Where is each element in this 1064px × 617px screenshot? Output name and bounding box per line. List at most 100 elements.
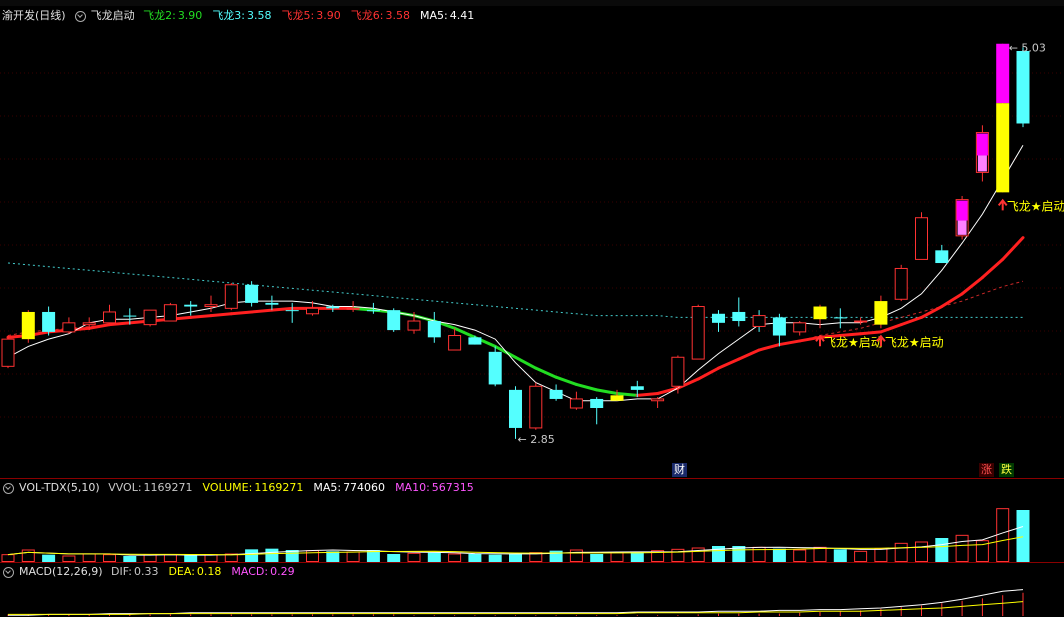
candle	[752, 310, 766, 332]
feilong-line-segment	[940, 292, 964, 309]
candle-body	[569, 398, 583, 409]
candle	[488, 346, 502, 387]
candle-body	[874, 301, 888, 325]
candle-body	[1016, 50, 1030, 124]
param-0: VVOL: 1169271	[108, 481, 197, 494]
feilong-line-segment	[899, 315, 923, 327]
volume-chart[interactable]	[0, 496, 1064, 562]
candle-body	[387, 310, 401, 331]
volume-bar	[935, 538, 949, 562]
volume-bar	[42, 554, 56, 562]
signal-arrow-icon	[997, 198, 1008, 211]
candle	[975, 125, 989, 182]
candle-body	[813, 306, 827, 320]
feilong-line-segment	[920, 305, 944, 319]
param-value: 1169271	[254, 481, 304, 494]
finance-badge[interactable]: 财	[672, 463, 687, 477]
candle	[245, 281, 259, 307]
volume-bar	[62, 555, 76, 562]
candle-body	[915, 217, 928, 260]
macd-toggle-icon[interactable]	[3, 566, 14, 578]
candle-body	[468, 337, 482, 345]
candle	[955, 195, 969, 240]
volume-bar	[874, 548, 888, 562]
volume-bar	[103, 554, 116, 562]
candle-body	[610, 395, 624, 401]
candle-body	[285, 310, 299, 312]
param-1: VOLUME: 1169271	[203, 481, 309, 494]
rise-badge[interactable]: 涨	[979, 463, 994, 477]
signal-label: 飞龙★启动	[824, 335, 883, 349]
candle	[651, 397, 665, 409]
signal-label: 飞龙★启动	[885, 335, 944, 349]
feilong-line-segment	[960, 276, 984, 296]
feilong-line-segment	[554, 375, 578, 386]
candle-body	[184, 304, 198, 307]
candle-body	[62, 322, 76, 333]
volume-indicator-name[interactable]: VOL-TDX(5,10)	[19, 481, 100, 494]
candle	[874, 295, 888, 329]
param-label: MA10:	[395, 481, 430, 494]
candle-body	[651, 398, 665, 402]
volume-bar	[407, 552, 421, 562]
candle-body	[448, 335, 462, 351]
candle-body-lower	[957, 220, 967, 235]
candle-body	[854, 320, 868, 323]
candle	[265, 295, 279, 311]
param-label: MACD:	[231, 565, 269, 578]
fall-badge[interactable]: 跌	[999, 463, 1014, 477]
candle	[1, 335, 15, 369]
param-value: 0.29	[270, 565, 295, 578]
candle	[935, 244, 949, 264]
price-chart[interactable]: ← 5.03← 2.85飞龙★启动 飞龙★启动飞龙★启动	[0, 0, 1064, 478]
macd-indicator-name[interactable]: MACD(12,26,9)	[19, 565, 103, 578]
volume-bar	[590, 554, 604, 562]
param-2: MACD: 0.29	[231, 565, 299, 578]
volume-bar	[833, 549, 847, 562]
volume-bar	[21, 549, 35, 562]
param-value: 0.33	[133, 565, 159, 578]
candle	[184, 301, 198, 316]
candle-body	[671, 356, 685, 387]
dif-line	[8, 589, 1024, 616]
volume-bar	[630, 552, 644, 562]
candle-body	[204, 304, 218, 308]
volume-bar	[346, 551, 360, 562]
feilong-line-segment	[574, 382, 599, 392]
feilong-line-segment	[250, 308, 274, 314]
candle-body	[691, 306, 705, 360]
candle-body	[346, 307, 360, 310]
volume-bar	[569, 549, 583, 562]
candle-body	[772, 317, 786, 336]
feilong-line-segment	[514, 355, 538, 370]
volume-bar	[387, 554, 401, 562]
candle-body	[833, 317, 847, 319]
param-1: DEA: 0.18	[168, 565, 226, 578]
low-price-label: ← 2.85	[518, 433, 555, 446]
macd-pane-header: MACD(12,26,9) DIF: 0.33 DEA: 0.18 MACD: 0.29	[0, 564, 310, 580]
candle-body	[630, 386, 644, 390]
volume-bar	[245, 549, 259, 562]
high-price-label: ← 5.03	[1009, 42, 1046, 55]
feilong-line-segment	[534, 366, 558, 379]
volume-bar	[468, 554, 482, 562]
candle	[387, 308, 401, 332]
candle-body	[82, 322, 96, 326]
feilong-line-segment	[615, 392, 639, 397]
feilong-line-segment	[656, 386, 680, 396]
candle	[793, 321, 807, 336]
volume-bar	[143, 554, 157, 562]
candle-body	[488, 351, 502, 385]
pane-divider	[0, 478, 1064, 479]
candle-body	[224, 284, 238, 309]
candle	[103, 304, 116, 324]
feilong-line-segment	[757, 343, 781, 352]
volume-bar	[549, 550, 563, 562]
candle	[813, 304, 827, 329]
volume-params: VVOL: 1169271 VOLUME: 1169271 MA5: 774060 MA10…	[108, 481, 484, 494]
signal-label: 飞龙★启动	[1007, 199, 1064, 213]
macd-chart[interactable]	[0, 580, 1064, 617]
feilong-line-segment	[859, 330, 883, 336]
volume-toggle-icon[interactable]	[3, 482, 14, 494]
feilong-line-segment	[879, 323, 903, 334]
